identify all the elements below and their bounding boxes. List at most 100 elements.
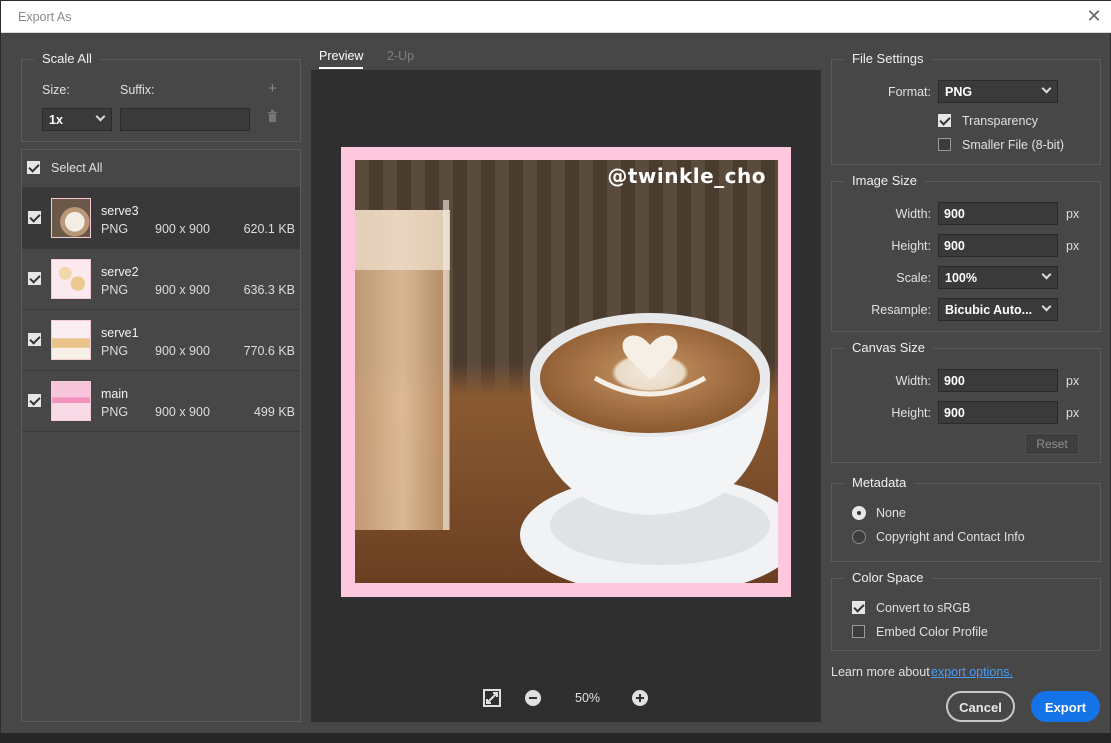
- scale-label: Scale:: [896, 271, 931, 285]
- image-width-input[interactable]: 900: [938, 202, 1058, 225]
- embed-profile-label: Embed Color Profile: [876, 625, 988, 639]
- smaller-file-checkbox[interactable]: [938, 138, 951, 151]
- asset-checkbox[interactable]: [28, 211, 41, 224]
- canvas-width-unit: px: [1066, 374, 1080, 388]
- transparency-label: Transparency: [962, 114, 1038, 128]
- metadata-panel: Metadata: [831, 475, 1101, 562]
- window-title: Export As: [18, 10, 72, 24]
- chevron-down-icon: [1041, 301, 1052, 312]
- metadata-copyright-label: Copyright and Contact Info: [876, 530, 1025, 544]
- asset-name: serve1: [101, 326, 139, 340]
- canvas-height-input[interactable]: 900: [938, 401, 1058, 424]
- metadata-copyright-radio[interactable]: [852, 530, 866, 544]
- asset-dimensions: 900 x 900: [155, 222, 210, 236]
- format-label: Format:: [887, 85, 931, 99]
- preview-photo-illustration: [355, 200, 778, 583]
- metadata-none-label: None: [876, 506, 906, 520]
- size-label: Size:: [42, 83, 70, 97]
- asset-checkbox[interactable]: [28, 394, 41, 407]
- image-width-unit: px: [1066, 207, 1080, 221]
- scale-size-select[interactable]: 1x: [42, 108, 112, 131]
- reset-button[interactable]: Reset: [1025, 433, 1079, 455]
- asset-filesize: 770.6 KB: [243, 344, 295, 358]
- scale-select[interactable]: 100%: [938, 266, 1058, 289]
- scale-size-value: 1x: [49, 113, 63, 127]
- asset-format: PNG: [101, 283, 129, 297]
- asset-thumbnail: [51, 320, 91, 360]
- scale-all-title: Scale All: [34, 51, 100, 66]
- zoom-level: 50%: [575, 691, 601, 705]
- asset-name: serve3: [101, 204, 139, 218]
- suffix-label: Suffix:: [120, 83, 155, 97]
- resample-select[interactable]: Bicubic Auto...: [938, 298, 1058, 321]
- image-height-unit: px: [1066, 239, 1080, 253]
- tab-preview[interactable]: Preview: [319, 49, 364, 69]
- format-select[interactable]: PNG: [938, 80, 1058, 103]
- asset-dimensions: 900 x 900: [155, 405, 210, 419]
- canvas-height-label: Height:: [891, 406, 931, 420]
- asset-name: main: [101, 387, 129, 401]
- asset-format: PNG: [101, 405, 129, 419]
- preview-area: @twinkle_cho 50%: [311, 70, 821, 722]
- asset-format: PNG: [101, 222, 129, 236]
- zoom-out-icon[interactable]: [525, 690, 541, 706]
- bottom-strip: [0, 733, 1111, 743]
- scale-value: 100%: [945, 271, 977, 285]
- canvas-width-value: 900: [944, 374, 965, 388]
- metadata-none-radio[interactable]: [852, 506, 866, 520]
- image-height-value: 900: [944, 239, 965, 253]
- tab-2-up[interactable]: 2-Up: [387, 49, 414, 63]
- convert-srgb-label: Convert to sRGB: [876, 601, 971, 615]
- file-settings-title: File Settings: [844, 51, 932, 66]
- format-value: PNG: [945, 85, 973, 99]
- preview-watermark: @twinkle_cho: [607, 164, 766, 188]
- cancel-button[interactable]: Cancel: [946, 691, 1015, 722]
- asset-row[interactable]: serve1 PNG 900 x 900 770.6 KB: [22, 310, 300, 371]
- select-all-checkbox[interactable]: [27, 161, 40, 174]
- select-all-label: Select All: [51, 161, 103, 175]
- smaller-file-label: Smaller File (8-bit): [962, 138, 1065, 152]
- chevron-down-icon: [1041, 83, 1052, 94]
- chevron-down-icon: [1041, 269, 1052, 280]
- asset-thumbnail: [51, 198, 91, 238]
- add-scale-icon[interactable]: +: [268, 80, 277, 97]
- image-height-input[interactable]: 900: [938, 234, 1058, 257]
- export-options-link[interactable]: export options.: [931, 665, 1013, 679]
- canvas-height-value: 900: [944, 406, 965, 420]
- zoom-in-icon[interactable]: [632, 690, 648, 706]
- asset-filesize: 499 KB: [253, 405, 295, 419]
- convert-srgb-checkbox[interactable]: [852, 601, 865, 614]
- asset-row[interactable]: serve2 PNG 900 x 900 636.3 KB: [22, 249, 300, 310]
- export-as-dialog: Export As ✕ Scale All Size: Suffix: + 1x…: [0, 0, 1111, 743]
- preview-frame: @twinkle_cho: [341, 147, 791, 597]
- image-height-label: Height:: [891, 239, 931, 253]
- suffix-input[interactable]: [120, 108, 250, 131]
- asset-format: PNG: [101, 344, 129, 358]
- canvas-width-input[interactable]: 900: [938, 369, 1058, 392]
- asset-checkbox[interactable]: [28, 272, 41, 285]
- asset-name: serve2: [101, 265, 139, 279]
- delete-scale-icon[interactable]: [267, 110, 278, 122]
- asset-row[interactable]: main PNG 900 x 900 499 KB: [22, 371, 300, 432]
- canvas-size-title: Canvas Size: [844, 340, 933, 355]
- preview-image: @twinkle_cho: [355, 160, 778, 583]
- asset-thumbnail: [51, 381, 91, 421]
- embed-profile-checkbox[interactable]: [852, 625, 865, 638]
- title-bar: Export As ✕: [1, 1, 1111, 33]
- transparency-checkbox[interactable]: [938, 114, 951, 127]
- image-width-value: 900: [944, 207, 965, 221]
- export-button[interactable]: Export: [1031, 691, 1100, 722]
- image-size-title: Image Size: [844, 173, 926, 188]
- chevron-down-icon: [95, 111, 106, 122]
- asset-filesize: 620.1 KB: [243, 222, 295, 236]
- fit-screen-icon[interactable]: [483, 689, 501, 707]
- image-width-label: Width:: [895, 207, 931, 221]
- close-icon[interactable]: ✕: [1086, 7, 1102, 25]
- asset-checkbox[interactable]: [28, 333, 41, 346]
- asset-row[interactable]: serve3 PNG 900 x 900 620.1 KB: [22, 188, 300, 249]
- resample-value: Bicubic Auto...: [945, 303, 1033, 317]
- asset-dimensions: 900 x 900: [155, 344, 210, 358]
- learn-more-text: Learn more about: [831, 665, 930, 679]
- asset-thumbnail: [51, 259, 91, 299]
- resample-label: Resample:: [871, 303, 931, 317]
